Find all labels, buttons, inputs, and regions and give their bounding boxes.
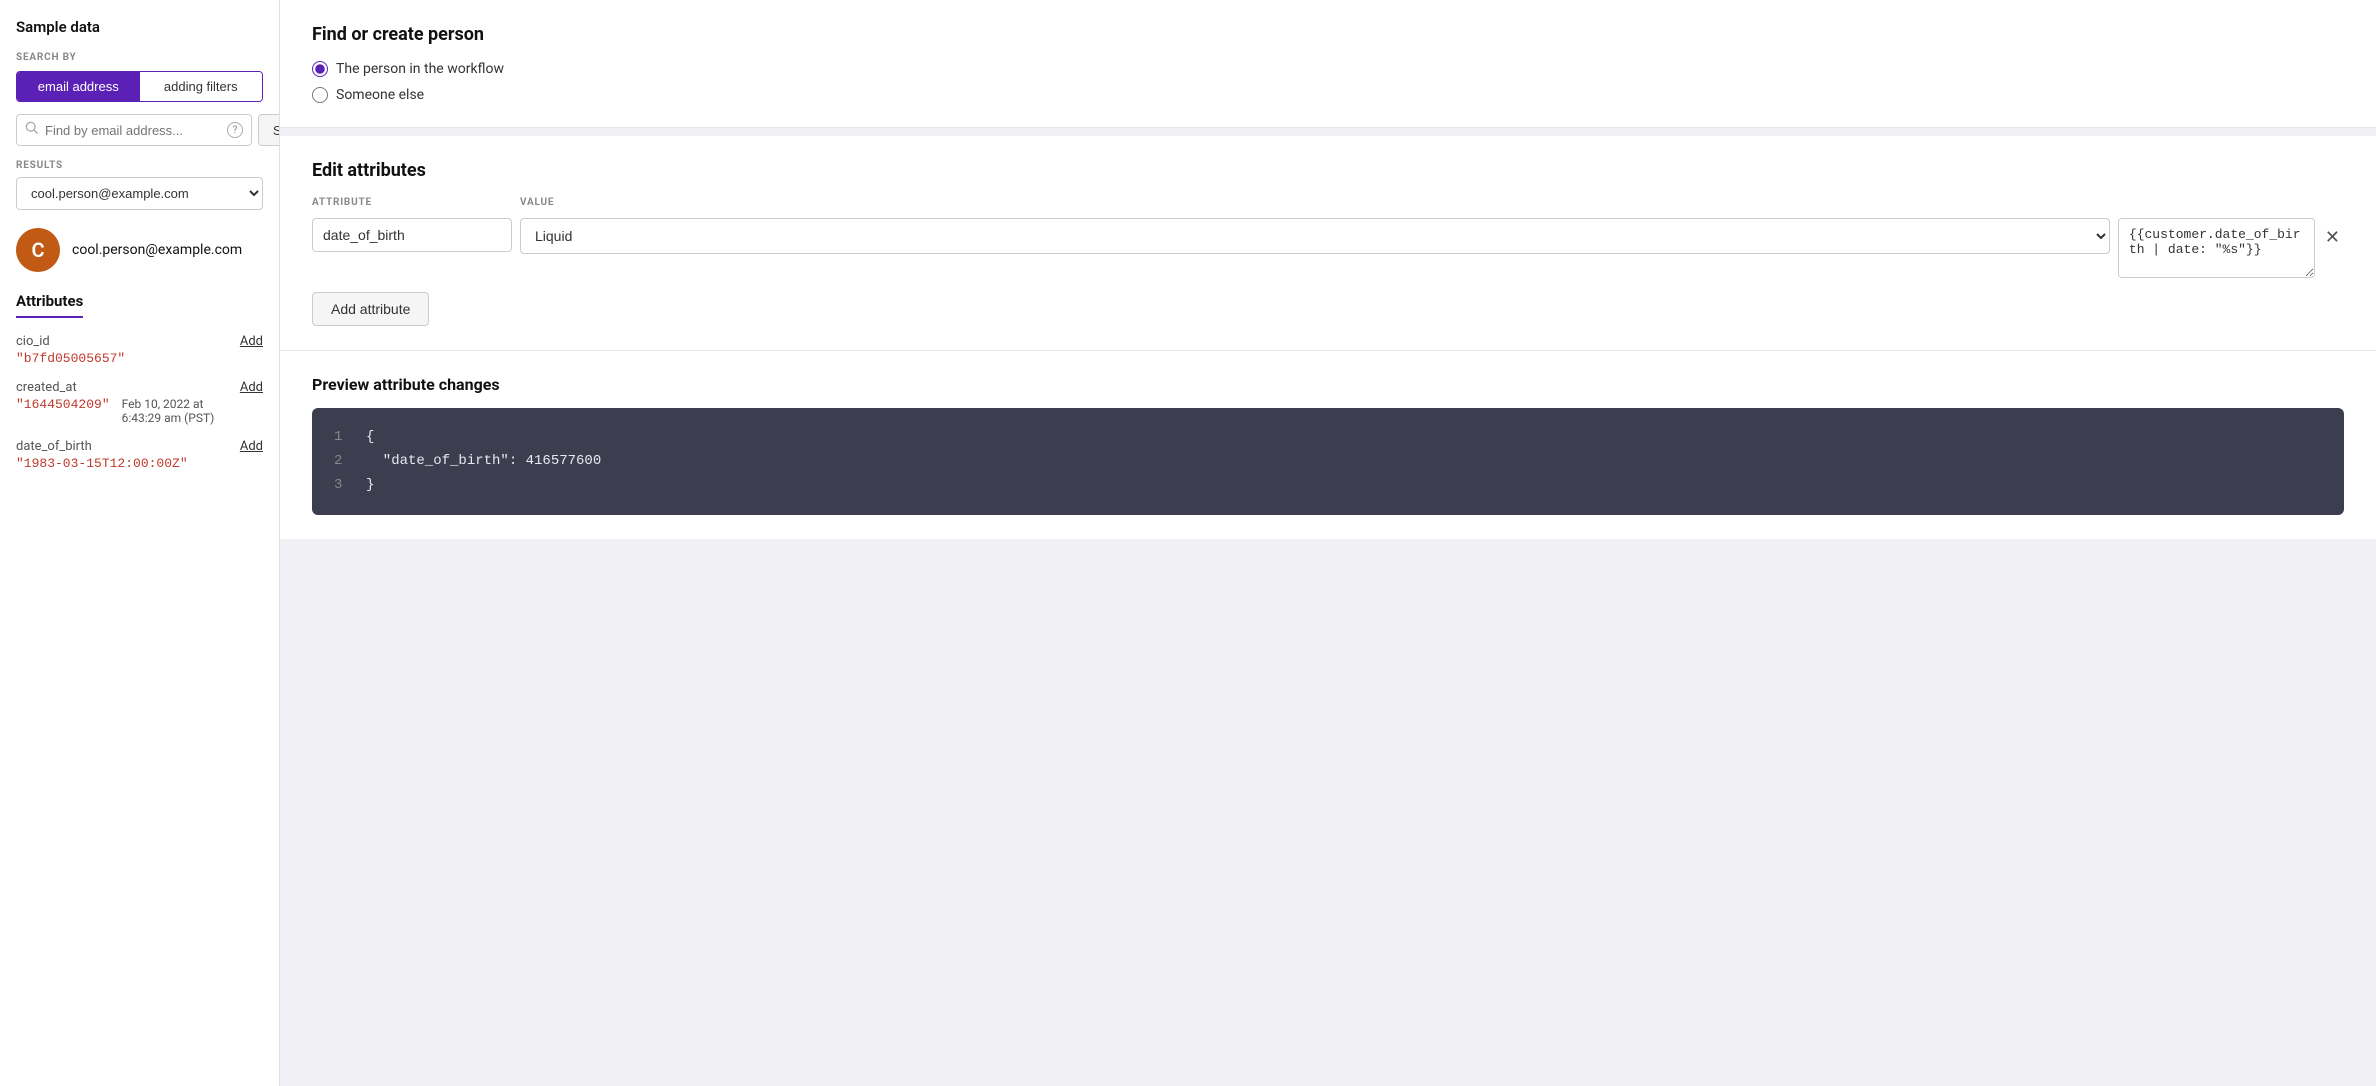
attr-row-date-of-birth: date_of_birth Add "1983-03-15T12:00:00Z" [16, 439, 263, 471]
attr-add-cio-id[interactable]: Add [240, 334, 263, 349]
value-col-label: VALUE [520, 197, 680, 208]
close-button[interactable]: ✕ [2321, 224, 2344, 250]
code-line-1: 1 { [334, 426, 2322, 450]
edit-attrs-title: Edit attributes [312, 160, 2344, 181]
radio-group: The person in the workflow Someone else [312, 61, 2344, 103]
radio-someone-else[interactable]: Someone else [312, 87, 2344, 103]
code-content-2: "date_of_birth": 416577600 [366, 450, 601, 474]
preview-title: Preview attribute changes [312, 375, 2344, 394]
panel-title: Sample data [16, 18, 263, 36]
attr-add-created-at[interactable]: Add [240, 380, 263, 395]
search-icon [25, 121, 39, 139]
attr-value-created-at: "1644504209" [16, 397, 110, 412]
search-by-label: SEARCH BY [16, 52, 263, 63]
attr-add-date-of-birth[interactable]: Add [240, 439, 263, 454]
radio-someone-label: Someone else [336, 87, 424, 103]
search-input[interactable] [45, 123, 221, 138]
left-panel: Sample data SEARCH BY email address addi… [0, 0, 280, 1086]
value-textarea[interactable]: {{customer.date_of_birth | date: "%s"}} [2118, 218, 2315, 278]
attr-columns-header: ATTRIBUTE VALUE [312, 197, 2344, 214]
section-divider [280, 128, 2376, 136]
person-email: cool.person@example.com [72, 242, 242, 258]
search-by-toggle: email address adding filters [16, 71, 263, 102]
attr-key-created-at: created_at [16, 380, 77, 395]
attributes-section: Attributes cio_id Add "b7fd05005657" cre… [16, 292, 263, 471]
value-type-select[interactable]: Liquid Text Number Boolean [520, 218, 2110, 254]
attr-row-cio-id: cio_id Add "b7fd05005657" [16, 334, 263, 366]
line-num-3: 3 [334, 474, 350, 498]
line-num-2: 2 [334, 450, 350, 474]
attributes-heading: Attributes [16, 292, 83, 318]
help-icon[interactable]: ? [227, 122, 243, 138]
right-panel: Find or create person The person in the … [280, 0, 2376, 1086]
results-select[interactable]: cool.person@example.com [16, 177, 263, 210]
code-content-3: } [366, 474, 374, 498]
search-row: ? Search [16, 114, 263, 146]
results-label: RESULTS [16, 160, 263, 171]
line-num-1: 1 [334, 426, 350, 450]
search-input-wrap: ? [16, 114, 252, 146]
attr-value-cio-id: "b7fd05005657" [16, 351, 263, 366]
attribute-col-label: ATTRIBUTE [312, 197, 512, 208]
person-row: C cool.person@example.com [16, 228, 263, 272]
find-section: Find or create person The person in the … [280, 0, 2376, 128]
code-block: 1 { 2 "date_of_birth": 416577600 3 } [312, 408, 2344, 515]
radio-someone-input[interactable] [312, 87, 328, 103]
attr-key-date-of-birth: date_of_birth [16, 439, 92, 454]
attr-sub-created-at: Feb 10, 2022 at6:43:29 am (PST) [122, 397, 215, 425]
attr-inputs-row: Liquid Text Number Boolean {{customer.da… [312, 218, 2344, 278]
attr-row-created-at: created_at Add "1644504209" Feb 10, 2022… [16, 380, 263, 425]
code-content-1: { [366, 426, 374, 450]
attribute-name-input[interactable] [312, 218, 512, 252]
code-line-2: 2 "date_of_birth": 416577600 [334, 450, 2322, 474]
toggle-filters-btn[interactable]: adding filters [140, 72, 263, 101]
edit-attrs-section: Edit attributes ATTRIBUTE VALUE Liquid T… [280, 136, 2376, 351]
attr-value-date-of-birth: "1983-03-15T12:00:00Z" [16, 456, 263, 471]
toggle-email-btn[interactable]: email address [17, 72, 140, 101]
radio-workflow-input[interactable] [312, 61, 328, 77]
avatar: C [16, 228, 60, 272]
code-line-3: 3 } [334, 474, 2322, 498]
search-button[interactable]: Search [258, 114, 280, 146]
value-textarea-wrap: {{customer.date_of_birth | date: "%s"}} … [2118, 218, 2344, 278]
radio-workflow-label: The person in the workflow [336, 61, 504, 77]
find-section-title: Find or create person [312, 24, 2344, 45]
attr-key-cio-id: cio_id [16, 334, 50, 349]
preview-section: Preview attribute changes 1 { 2 "date_of… [280, 351, 2376, 539]
radio-workflow-person[interactable]: The person in the workflow [312, 61, 2344, 77]
add-attribute-button[interactable]: Add attribute [312, 292, 429, 326]
